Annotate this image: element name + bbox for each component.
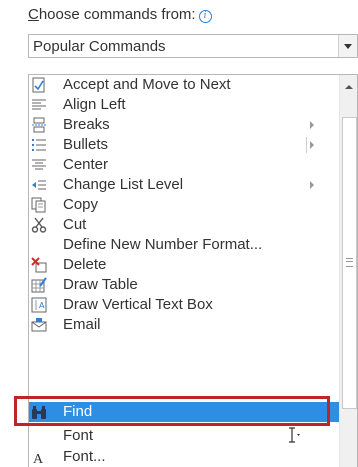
command-row-delete[interactable]: Delete xyxy=(29,255,339,275)
grip-icon xyxy=(346,258,353,267)
command-row-accept-and-move-to-next[interactable]: Accept and Move to Next xyxy=(29,75,339,95)
command-row-define-new-number-format[interactable]: Define New Number Format... xyxy=(29,235,339,255)
bullets-icon xyxy=(31,137,47,153)
svg-text:A: A xyxy=(33,452,44,465)
command-label: Change List Level xyxy=(63,176,184,193)
text-cursor-icon xyxy=(289,427,300,443)
command-label: Center xyxy=(63,156,109,173)
command-row-draw-table[interactable]: Draw Table xyxy=(29,275,339,295)
center-icon xyxy=(31,157,47,173)
submenu-arrow-icon[interactable] xyxy=(310,141,314,149)
command-label: Copy xyxy=(63,196,99,213)
submenu-arrow-icon xyxy=(310,181,314,189)
dropdown-value: Popular Commands xyxy=(33,38,166,55)
font-icon: A xyxy=(31,449,47,465)
scissors-icon xyxy=(31,217,47,233)
command-label: Font... xyxy=(63,448,106,465)
command-label: Accept and Move to Next xyxy=(63,76,231,93)
command-row-align-left[interactable]: Align Left xyxy=(29,95,339,115)
draw-table-icon xyxy=(31,277,47,293)
command-label: Align Left xyxy=(63,96,126,113)
svg-text:A: A xyxy=(39,301,45,310)
chevron-down-icon[interactable] xyxy=(338,35,357,57)
command-row-change-list-level[interactable]: Change List Level xyxy=(29,175,339,195)
list-scrollbar[interactable] xyxy=(339,75,357,467)
label-text: hoose commands from: xyxy=(38,6,196,23)
command-label: Cut xyxy=(63,216,87,233)
info-icon[interactable]: i xyxy=(198,10,212,23)
accept-icon xyxy=(31,77,47,93)
command-label: Font xyxy=(63,427,94,444)
submenu-arrow-icon xyxy=(310,121,314,129)
email-icon xyxy=(31,317,47,333)
command-label: Email xyxy=(63,316,101,333)
choose-commands-dropdown[interactable]: Popular Commands xyxy=(28,34,358,58)
accelerator-letter: C xyxy=(28,6,39,23)
align-left-icon xyxy=(31,97,47,113)
breaks-icon xyxy=(31,117,47,133)
scrollbar-thumb[interactable] xyxy=(342,117,357,409)
command-row-breaks[interactable]: Breaks xyxy=(29,115,339,135)
command-label: Delete xyxy=(63,256,107,273)
command-label: Bullets xyxy=(63,136,109,153)
command-row-bullets[interactable]: Bullets xyxy=(29,135,339,155)
copy-icon xyxy=(31,197,47,213)
command-row-email[interactable]: Email xyxy=(29,315,339,335)
command-label: Breaks xyxy=(63,116,110,133)
command-row-font-dialog[interactable]: A Font... xyxy=(29,447,339,467)
split-divider xyxy=(306,137,307,153)
find-highlight-outline xyxy=(14,396,330,426)
command-row-copy[interactable]: Copy xyxy=(29,195,339,215)
command-label: Draw Table xyxy=(63,276,138,293)
choose-commands-label: Choose commands from: i xyxy=(28,6,212,23)
vertical-text-box-icon: A xyxy=(31,297,47,313)
command-row-center[interactable]: Center xyxy=(29,155,339,175)
scroll-up-arrow-icon[interactable] xyxy=(345,85,353,89)
command-row-draw-vertical-text-box[interactable]: A Draw Vertical Text Box xyxy=(29,295,339,315)
change-list-level-icon xyxy=(31,177,47,193)
delete-icon xyxy=(31,257,47,273)
command-row-cut[interactable]: Cut xyxy=(29,215,339,235)
command-label: Draw Vertical Text Box xyxy=(63,296,213,313)
command-label: Define New Number Format... xyxy=(63,236,263,253)
